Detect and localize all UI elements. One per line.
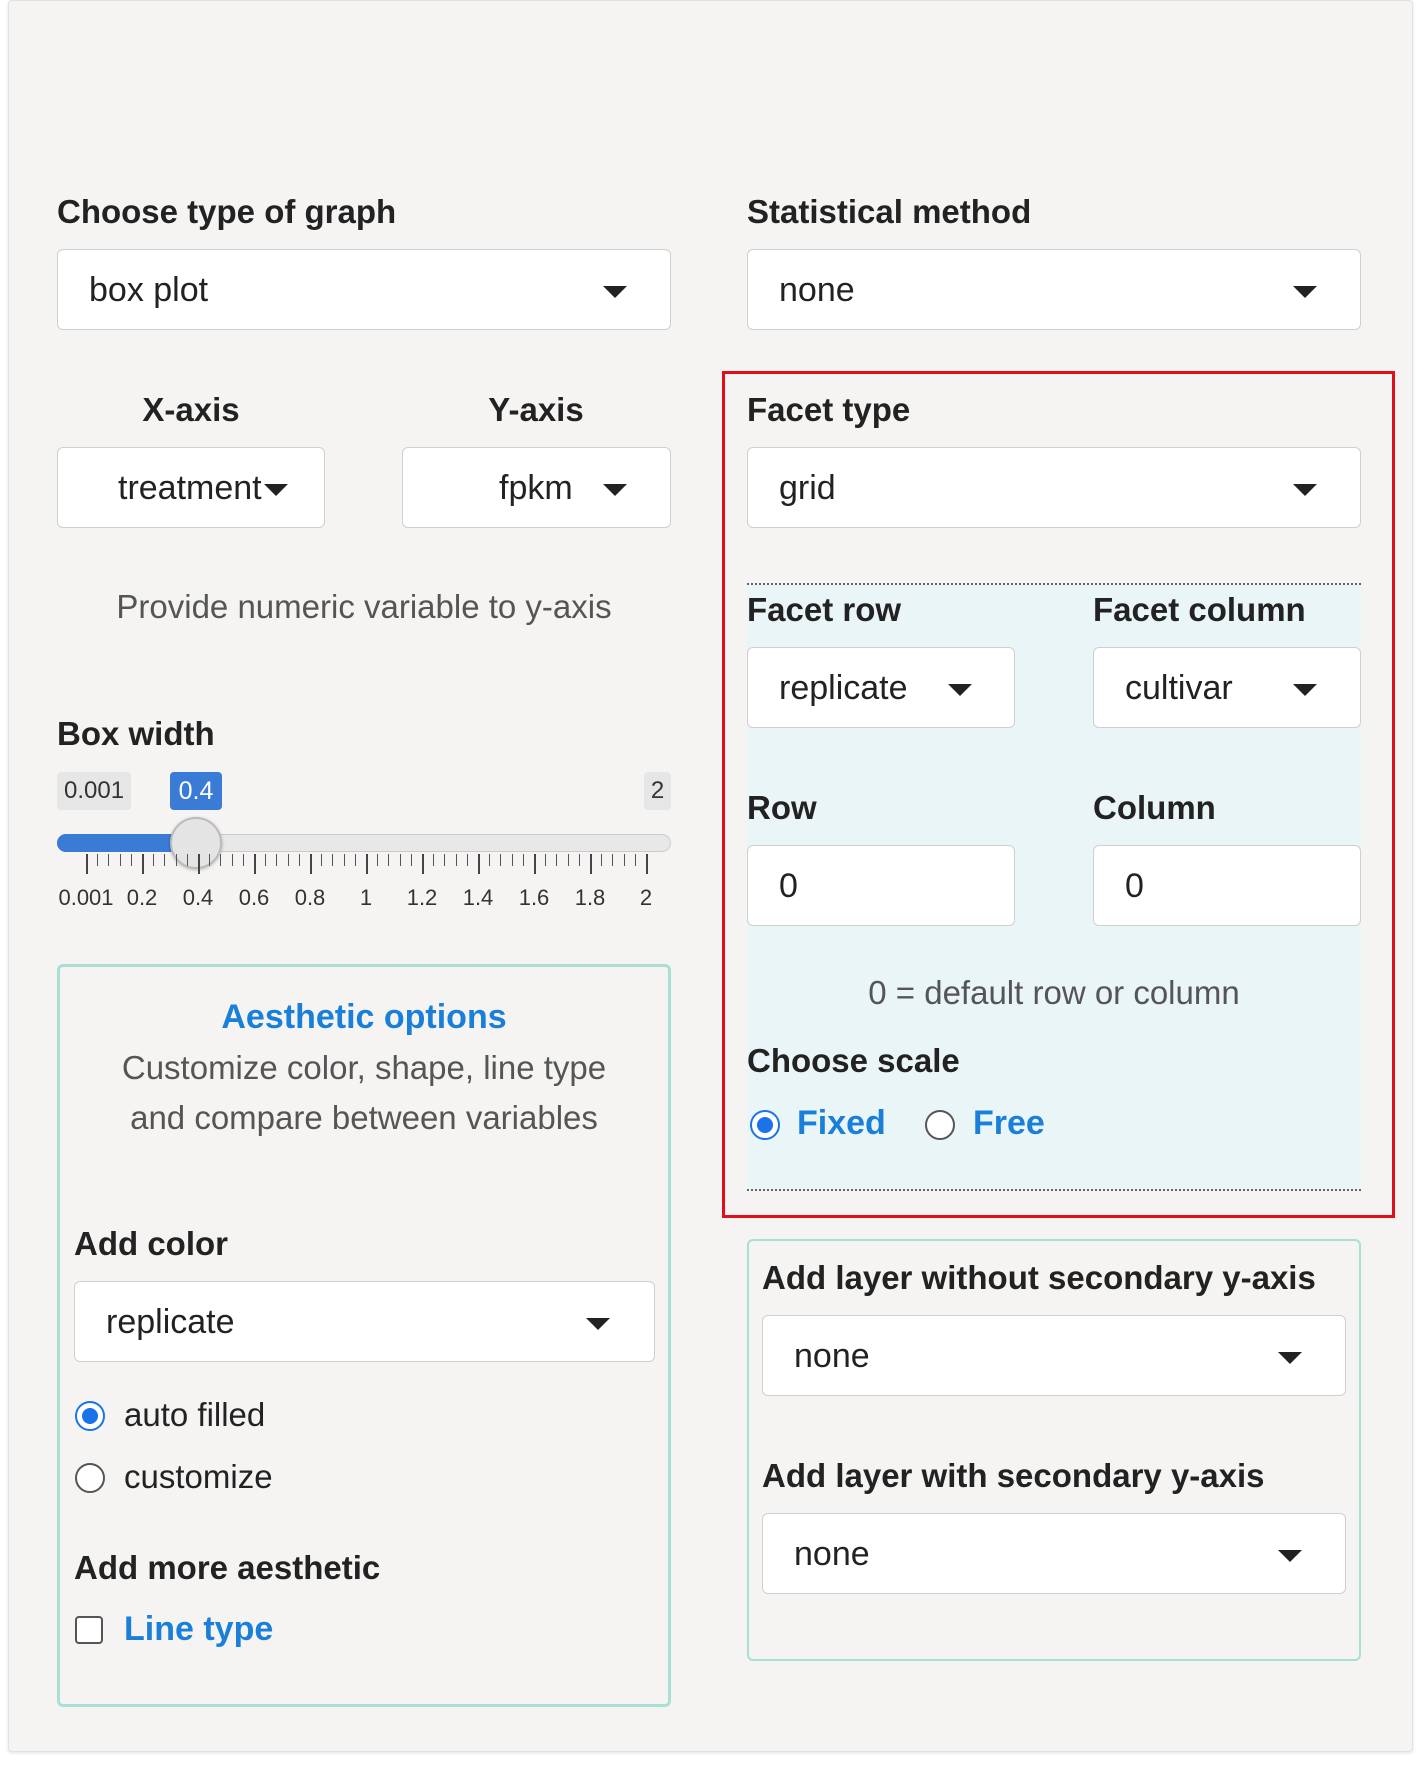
slider-min-label: 0.001 [57,772,132,810]
layer-without-value: none [794,1337,870,1375]
row-count-value: 0 [779,867,798,905]
column-count-input[interactable]: 0 [1093,845,1361,926]
facet-count-hint: 0 = default row or column [868,974,1240,1011]
add-color-label: Add color [74,1225,228,1262]
tick-label: 0.6 [238,885,270,910]
tick-label: 0.2 [126,885,158,910]
facet-type-value: grid [779,469,836,507]
radio-scale-free-label: Free [973,1104,1045,1142]
chevron-down-icon [586,1318,610,1330]
slider-max-label: 2 [644,772,671,810]
graph-type-select[interactable]: box plot [57,249,671,330]
chevron-down-icon [264,484,288,496]
layer-with-value: none [794,1535,870,1573]
chevron-down-icon [1293,286,1317,298]
chevron-down-icon [1293,484,1317,496]
chevron-down-icon [1278,1550,1302,1562]
x-axis-value: treatment [118,469,262,507]
layer-with-label: Add layer with secondary y-axis [762,1457,1265,1494]
tick-label: 0.8 [294,885,326,910]
chevron-down-icon [603,286,627,298]
line-type-label[interactable]: Line type [124,1610,273,1649]
graph-type-value: box plot [89,271,209,309]
layer-without-select[interactable]: none [762,1315,1346,1396]
facet-row-value: replicate [779,669,908,707]
stat-method-label: Statistical method [747,193,1032,230]
box-width-label: Box width [57,715,215,752]
radio-auto-filled-label: auto filled [124,1396,266,1433]
facet-row-label: Facet row [747,591,902,628]
tick-label: 2 [639,885,653,910]
y-axis-select[interactable]: fpkm [402,447,671,528]
tick-label: 1.2 [406,885,438,910]
aesthetic-title: Aesthetic options [221,998,507,1036]
tick-label: 1.6 [518,885,550,910]
graph-type-label: Choose type of graph [57,193,397,230]
add-more-aesthetic-label: Add more aesthetic [74,1549,381,1586]
aesthetic-desc-line1: Customize color, shape, line type [121,1049,607,1086]
chevron-down-icon [948,684,972,696]
tick-label: 0.4 [182,885,214,910]
facet-row-select[interactable]: replicate [747,647,1015,728]
facet-type-label: Facet type [747,391,911,428]
chevron-down-icon [1293,684,1317,696]
radio-customize[interactable] [75,1463,105,1493]
tick-label: 0.001 [58,885,114,910]
tick-label: 1 [359,885,373,910]
layer-with-select[interactable]: none [762,1513,1346,1594]
choose-scale-label: Choose scale [747,1042,960,1079]
column-count-value: 0 [1125,867,1144,905]
facet-column-value: cultivar [1125,669,1233,707]
layers-box [747,1239,1361,1661]
facet-column-select[interactable]: cultivar [1093,647,1361,728]
slider-value-label: 0.4 [170,772,222,810]
column-count-label: Column [1093,789,1216,826]
aesthetic-desc-line2: and compare between variables [130,1099,598,1136]
stat-method-select[interactable]: none [747,249,1361,330]
x-axis-select[interactable]: treatment [57,447,325,528]
y-axis-value: fpkm [499,469,573,507]
y-axis-hint: Provide numeric variable to y-axis [116,588,612,625]
line-type-checkbox[interactable] [75,1616,103,1644]
row-count-input[interactable]: 0 [747,845,1015,926]
facet-column-label: Facet column [1093,591,1306,628]
facet-type-select[interactable]: grid [747,447,1361,528]
radio-customize-label: customize [124,1458,273,1495]
radio-auto-filled[interactable] [75,1401,105,1431]
radio-scale-fixed[interactable] [750,1110,780,1140]
chevron-down-icon [1278,1352,1302,1364]
y-axis-label: Y-axis [488,391,584,428]
tick-label: 1.8 [574,885,606,910]
layer-without-label: Add layer without secondary y-axis [762,1259,1316,1296]
x-axis-label: X-axis [142,391,240,428]
stat-method-value: none [779,271,855,309]
row-count-label: Row [747,789,817,826]
add-color-value: replicate [106,1303,235,1341]
add-color-select[interactable]: replicate [74,1281,655,1362]
tick-label: 1.4 [462,885,494,910]
slider-ticks [86,854,648,874]
chevron-down-icon [603,484,627,496]
radio-scale-free[interactable] [925,1110,955,1140]
radio-scale-fixed-label: Fixed [797,1104,886,1142]
